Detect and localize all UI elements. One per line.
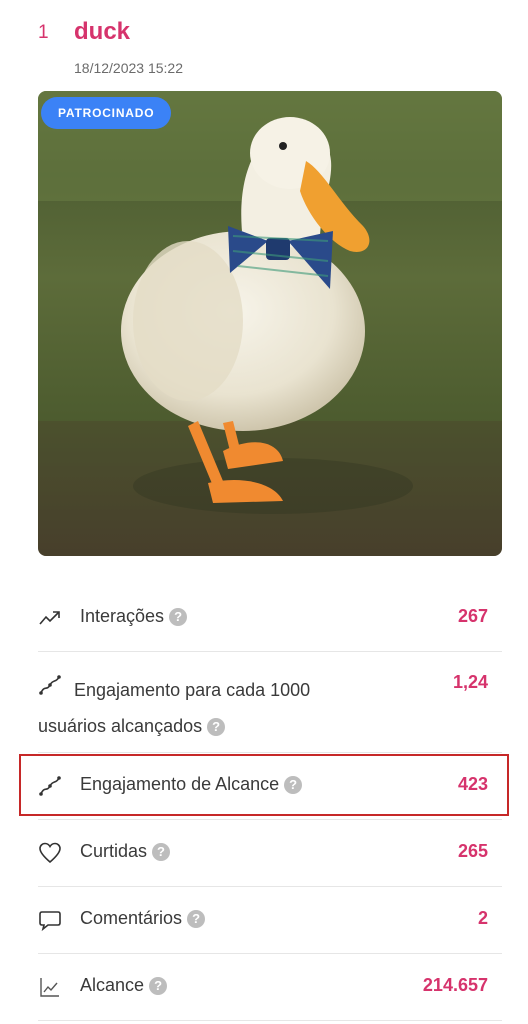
comment-icon xyxy=(39,911,61,932)
metric-row-comentarios: Comentários? 2 xyxy=(38,887,502,954)
metric-value: 2 xyxy=(477,908,488,928)
post-rank: 1 xyxy=(38,22,49,43)
sponsored-badge: PATROCINADO xyxy=(41,97,172,129)
help-icon[interactable]: ? xyxy=(149,977,168,996)
metric-label: Interações? xyxy=(80,606,188,627)
post-date: 18/12/2023 15:22 xyxy=(74,60,183,76)
help-icon[interactable]: ? xyxy=(169,608,188,627)
metric-value: 265 xyxy=(457,841,488,861)
metric-value: 267 xyxy=(457,606,488,626)
heart-icon xyxy=(39,842,61,864)
metric-value: 1,24 xyxy=(452,672,488,692)
metric-label: Engajamento para cada 1000 usuários alca… xyxy=(38,680,311,737)
metric-row-curtidas: Curtidas? 265 xyxy=(38,820,502,887)
reach-chart-icon xyxy=(40,978,59,997)
highlight-box xyxy=(19,754,509,816)
post-title[interactable]: duck xyxy=(74,18,130,46)
help-icon[interactable]: ? xyxy=(207,718,226,737)
duck-photo-illustration xyxy=(38,91,502,556)
metric-row-interacoes: Interações? 267 xyxy=(38,585,502,652)
help-icon[interactable]: ? xyxy=(152,843,171,862)
metric-label: Curtidas? xyxy=(80,841,171,862)
metric-row-alcance: Alcance? 214.657 xyxy=(38,954,502,1021)
metric-label: Alcance? xyxy=(80,975,168,996)
metric-row-engajamento-1000: Engajamento para cada 1000 usuários alca… xyxy=(38,652,502,753)
metric-value: 214.657 xyxy=(422,975,488,995)
metric-label: Comentários? xyxy=(80,908,206,929)
help-icon[interactable]: ? xyxy=(187,910,206,929)
trend-up-icon xyxy=(39,611,60,625)
post-header: 1 duck 18/12/2023 15:22 xyxy=(38,18,498,80)
post-image[interactable]: PATROCINADO xyxy=(38,91,502,556)
